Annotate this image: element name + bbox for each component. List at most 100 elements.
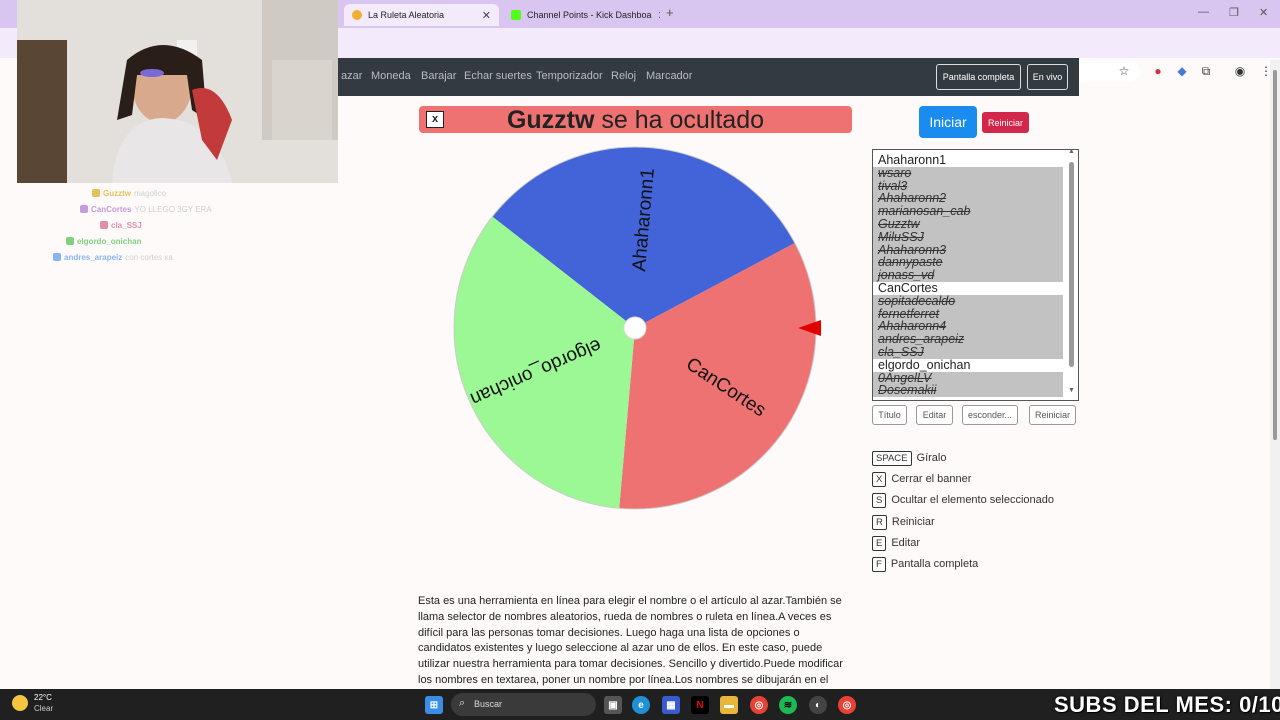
weather-sun-icon (12, 695, 28, 711)
shortcut-s: S Ocultar el elemento seleccionado (872, 492, 1054, 508)
chat-text: con cortes xa (125, 252, 173, 262)
name-entry: MiluSSJ (873, 230, 1063, 244)
webcam-overlay (17, 0, 338, 183)
hide-button[interactable]: esconder... (962, 405, 1018, 425)
chat-message: cla_SSJ (100, 218, 145, 232)
result-banner: x Guzztw se ha ocultado (419, 106, 852, 134)
key-cap: F (872, 556, 886, 572)
site-navbar: azar Moneda Barajar Echar suertes Tempor… (338, 58, 1079, 96)
key-cap: S (872, 492, 887, 508)
chat-message: andres_arapeiz con cortes xa (53, 250, 173, 264)
restore-icon[interactable]: ❐ (1229, 6, 1239, 19)
taskbar-search[interactable]: ⌕ Buscar (451, 693, 596, 716)
key-cap: R (872, 514, 887, 530)
banner-text: Guzztw se ha ocultado (419, 106, 852, 134)
name-entry: wsaro (873, 166, 1063, 180)
name-entry: Dosemakii (873, 384, 1063, 398)
shortcut-x: X Cerrar el banner (872, 471, 971, 487)
extensions-puzzle-icon[interactable]: ⧉ (1198, 63, 1214, 79)
tab-ruleta[interactable]: La Ruleta Aleatoria ✕ (344, 4, 499, 26)
search-label: Buscar (474, 699, 503, 709)
nav-link-barajar[interactable]: Barajar (421, 70, 456, 82)
new-tab-plus-icon[interactable]: + (666, 5, 674, 20)
extension-badge-icon[interactable]: ● (1150, 63, 1166, 79)
scroll-down-icon[interactable]: ▼ (1068, 387, 1075, 394)
store-icon[interactable]: ▦ (662, 696, 680, 714)
translate-icon[interactable]: ◆ (1174, 63, 1190, 79)
subs-counter-overlay: SUBS DEL MES: 0/10 (1054, 692, 1280, 717)
page-scrollbar[interactable] (1270, 60, 1280, 689)
chrome-icon[interactable]: ◎ (750, 696, 768, 714)
nav-link-moneda[interactable]: Moneda (371, 70, 411, 82)
weather-desc: Clear (34, 704, 54, 713)
tab-title: Channel Points - Kick Dashboa (527, 10, 652, 20)
nav-link-azar[interactable]: azar (341, 70, 362, 82)
name-entry: Guzztw (873, 218, 1063, 231)
shortcut-desc: Reiniciar (891, 516, 935, 528)
search-icon: ⌕ (459, 697, 466, 709)
star-bookmark-icon[interactable]: ☆ (1116, 63, 1132, 79)
nav-link-reloj[interactable]: Reloj (611, 70, 636, 82)
chat-badge-icon (100, 221, 108, 229)
chat-badge-icon (92, 189, 100, 197)
description-text: Esta es una herramienta en línea para el… (418, 595, 843, 702)
windows-start-icon[interactable]: ⊞ (425, 696, 443, 714)
chat-username: elgordo_onichan (77, 236, 142, 246)
chat-message: elgordo_onichan (66, 234, 144, 248)
edit-button[interactable]: Editar (916, 405, 953, 425)
nav-link-echar-suertes[interactable]: Echar suertes (464, 70, 532, 82)
start-button[interactable]: Iniciar (919, 106, 977, 138)
edge-icon[interactable]: e (632, 696, 650, 714)
nav-link-marcador[interactable]: Marcador (646, 70, 692, 82)
netflix-icon[interactable]: N (691, 696, 709, 714)
fullscreen-button[interactable]: Pantalla completa (936, 64, 1021, 90)
reset-list-button[interactable]: Reiniciar (1029, 405, 1076, 425)
chat-text: YO LLEGO 3GY ERA (134, 204, 212, 214)
minimize-icon[interactable]: — (1198, 6, 1209, 18)
key-cap: SPACE (872, 450, 912, 466)
tab-title: La Ruleta Aleatoria (368, 10, 445, 20)
close-window-icon[interactable]: ✕ (1259, 6, 1268, 19)
name-entry: sopitadecaldo (873, 294, 1063, 308)
chrome-active-icon[interactable]: ◎ (838, 696, 856, 714)
names-textarea[interactable]: Ahaharonn1 wsaro tival3 Ahaharonn2 marianosa… (872, 149, 1079, 401)
shortcut-desc: Ocultar el elemento seleccionado (891, 494, 1054, 506)
chat-username: andres_arapeiz (64, 252, 123, 262)
name-entry: cla_SSJ (873, 346, 1063, 359)
nav-link-temporizador[interactable]: Temporizador (536, 70, 603, 82)
close-tab-icon[interactable]: ✕ (658, 9, 660, 22)
chat-text: magolico (134, 188, 167, 198)
key-cap: E (872, 535, 887, 551)
kick-favicon-icon (511, 10, 521, 20)
names-list: Ahaharonn1 wsaro tival3 Ahaharonn2 marianosa… (873, 153, 1063, 398)
weather-temp: 22°C (34, 693, 52, 702)
names-scrollbar[interactable]: ▲ ▼ (1068, 150, 1076, 398)
scroll-up-icon[interactable]: ▲ (1068, 150, 1075, 155)
wheel-center-hub (623, 316, 647, 340)
key-cap: X (872, 471, 887, 487)
banner-name: Guzztw (506, 106, 595, 134)
chat-username: Guzztw (103, 188, 131, 198)
shortcut-desc: Gíralo (916, 452, 947, 464)
file-explorer-icon[interactable]: ▣ (604, 696, 622, 714)
shortcut-f: F Pantalla completa (872, 556, 978, 572)
names-scroll-thumb[interactable] (1069, 162, 1074, 367)
chat-badge-icon (53, 253, 61, 261)
name-entry: Ahaharonn1 (878, 153, 947, 167)
page-scroll-thumb[interactable] (1273, 70, 1277, 440)
name-wheel[interactable]: Ahaharonn1CanCorteselgordo_onichan (440, 140, 830, 515)
reset-button[interactable]: Reiniciar (982, 112, 1029, 133)
name-entry: elgordo_onichan (878, 357, 971, 372)
profile-avatar-icon[interactable]: ◉ (1232, 63, 1248, 79)
chat-username: cla_SSJ (111, 220, 142, 230)
title-button[interactable]: Título (872, 405, 907, 425)
chat-message: Guzztw magolico (92, 186, 166, 200)
chat-username: CanCortes (91, 204, 132, 214)
obs-icon[interactable]: ◐ (809, 696, 827, 714)
spotify-icon[interactable]: ≋ (779, 696, 797, 714)
folder-icon[interactable]: ▬ (720, 696, 738, 714)
close-tab-icon[interactable]: ✕ (482, 9, 491, 22)
tab-kick[interactable]: Channel Points - Kick Dashboa ✕ (503, 4, 660, 26)
live-button[interactable]: En vivo (1027, 64, 1068, 90)
shortcut-space: SPACE Gíralo (872, 450, 946, 466)
